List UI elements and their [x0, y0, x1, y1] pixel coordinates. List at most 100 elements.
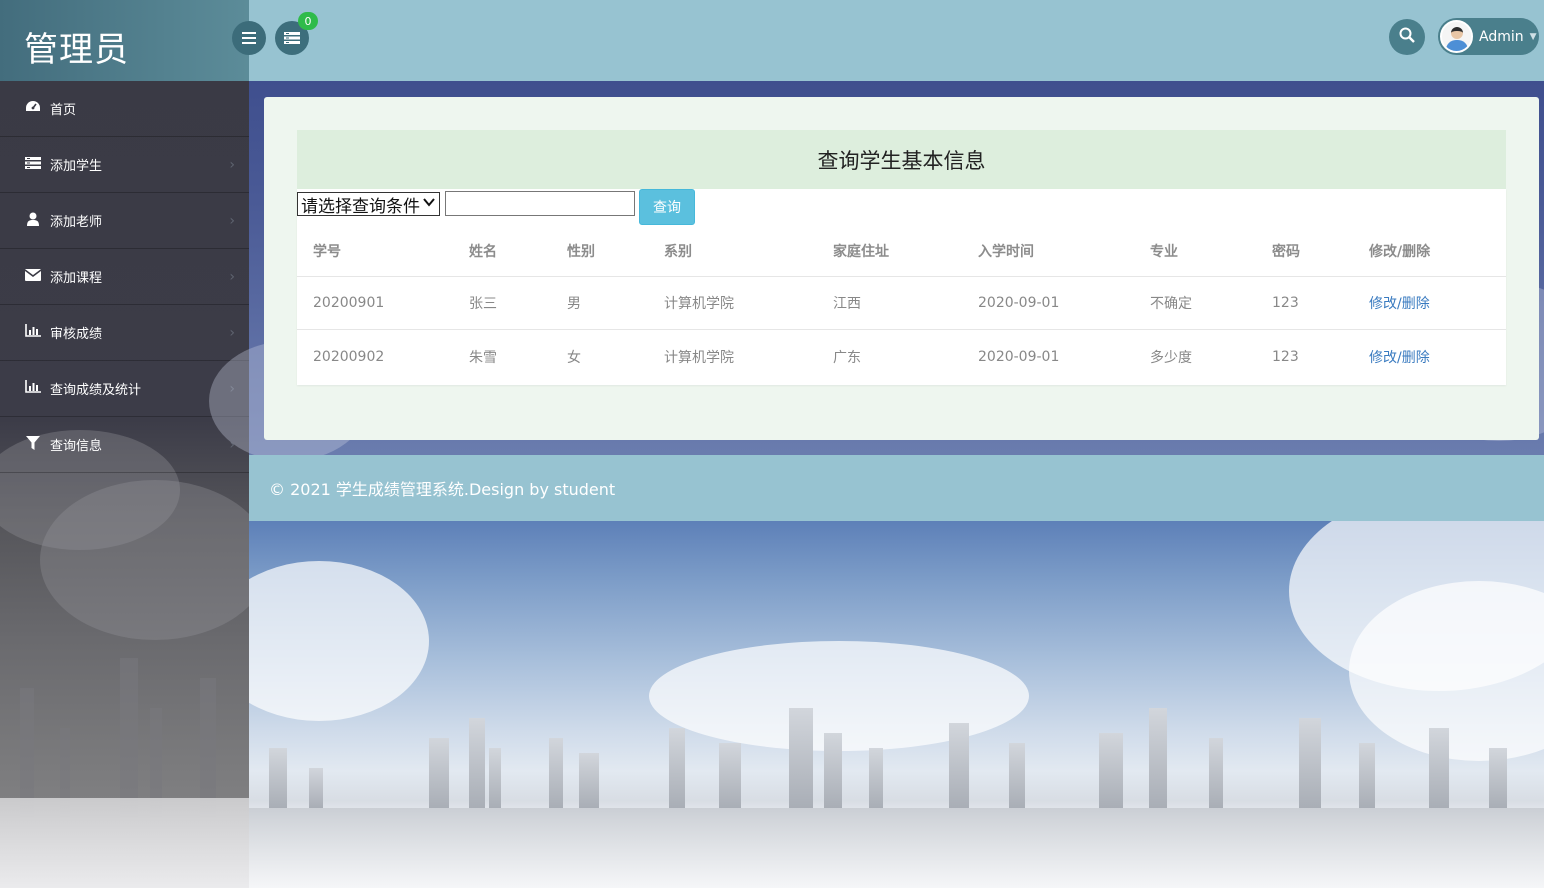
avatar [1440, 20, 1473, 53]
building-decoration [469, 718, 485, 808]
sidebar-item-label: 查询信息 [50, 439, 103, 454]
search-icon [1399, 27, 1415, 47]
chevron-right-icon: › [229, 157, 235, 173]
table-cell: 20200902 [313, 348, 385, 365]
query-button[interactable]: 查询 [639, 189, 695, 225]
table-cell: 不确定 [1150, 296, 1192, 312]
bar-chart-icon [24, 380, 42, 397]
select-value: 请选择查询条件 [301, 196, 420, 217]
table-cell: 计算机学院 [664, 349, 734, 366]
filter-icon [24, 435, 42, 454]
sidebar-item-label: 审核成绩 [50, 327, 103, 342]
list-icon [284, 29, 300, 48]
bar-chart-icon [24, 324, 42, 341]
user-icon [24, 212, 42, 230]
page-title: 查询学生基本信息 [297, 130, 1506, 189]
sidebar-item-add-student[interactable]: 添加学生 › [0, 137, 249, 193]
building-decoration [1209, 738, 1223, 808]
user-name: Admin [1479, 28, 1524, 45]
column-header: 家庭住址 [833, 243, 889, 260]
table-cell: 朱雪 [469, 349, 497, 366]
envelope-icon [24, 268, 42, 285]
column-header: 入学时间 [978, 243, 1034, 260]
query-condition-select[interactable]: 请选择查询条件 [297, 192, 440, 217]
search-button[interactable] [1389, 19, 1425, 55]
chevron-right-icon: › [229, 269, 235, 285]
water-reflection-decoration [249, 808, 1544, 888]
edit-delete-link[interactable]: 修改/删除 [1369, 293, 1430, 313]
sidebar-item-label: 首页 [50, 103, 77, 118]
building-decoration [789, 708, 813, 808]
table-cell: 女 [567, 349, 581, 366]
table-cell: 修改/删除 [1369, 277, 1430, 329]
table-cell: 计算机学院 [664, 296, 734, 312]
sidebar: 管理员 首页 添加学生 › 添加老师 › 添加课程 › 审核成绩 › 查询成绩及… [0, 0, 249, 888]
building-decoration [269, 748, 287, 808]
column-header: 姓名 [469, 243, 497, 260]
footer: © 2021 学生成绩管理系统.Design by student [249, 455, 1544, 521]
building-decoration [824, 733, 842, 808]
sidebar-building-decoration [120, 658, 138, 818]
notification-count-badge: 0 [298, 12, 318, 30]
table-cell: 男 [567, 296, 581, 312]
chevron-right-icon: › [229, 213, 235, 229]
sidebar-item-add-teacher[interactable]: 添加老师 › [0, 193, 249, 249]
table-cell: 123 [1272, 348, 1299, 365]
query-input[interactable] [445, 191, 635, 216]
table-cell: 2020-09-01 [978, 295, 1060, 311]
building-decoration [489, 748, 501, 808]
building-decoration [1009, 743, 1025, 808]
table-cell: 多少度 [1150, 349, 1192, 366]
building-decoration [1489, 748, 1507, 808]
building-decoration [949, 723, 969, 808]
brand-title: 管理员 [24, 30, 129, 70]
sidebar-item-review-grades[interactable]: 审核成绩 › [0, 305, 249, 361]
building-decoration [719, 743, 741, 808]
building-decoration [669, 728, 685, 808]
building-decoration [869, 748, 883, 808]
cloud-decoration [249, 561, 429, 721]
sidebar-item-label: 查询成绩及统计 [50, 383, 142, 398]
table-row: 20200901 张三 男 计算机学院 江西 2020-09-01 不确定 12… [297, 277, 1506, 330]
list-icon [24, 156, 42, 173]
sidebar-item-add-course[interactable]: 添加课程 › [0, 249, 249, 305]
user-menu-button[interactable]: Admin ▼ [1438, 18, 1539, 55]
hamburger-icon [242, 29, 256, 48]
sidebar-item-query-info[interactable]: 查询信息 › [0, 417, 249, 473]
student-table: 学号 姓名 性别 系别 家庭住址 入学时间 专业 密码 修改/删除 202009… [297, 225, 1506, 383]
building-decoration [309, 768, 323, 808]
building-decoration [1149, 708, 1167, 808]
sidebar-item-home[interactable]: 首页 [0, 81, 249, 137]
column-header: 修改/删除 [1369, 243, 1431, 260]
column-header: 密码 [1272, 243, 1300, 260]
column-header: 系别 [664, 243, 692, 260]
table-cell: 修改/删除 [1369, 330, 1430, 383]
table-cell: 123 [1272, 295, 1299, 311]
brand-header: 管理员 [0, 0, 249, 81]
city-background-image [249, 521, 1544, 888]
edit-delete-link[interactable]: 修改/删除 [1369, 347, 1430, 367]
table-cell: 张三 [469, 296, 497, 312]
dashboard-icon [24, 100, 42, 118]
sidebar-item-label: 添加学生 [50, 159, 103, 174]
sidebar-reflection-decoration [0, 798, 249, 888]
sidebar-toggle-button[interactable] [232, 21, 266, 55]
footer-text: © 2021 学生成绩管理系统.Design by student [269, 480, 616, 499]
table-cell: 2020-09-01 [978, 348, 1060, 365]
table-cell: 广东 [833, 349, 861, 366]
building-decoration [1099, 733, 1123, 808]
sidebar-building-decoration [200, 678, 216, 818]
sidebar-cloud-decoration [40, 480, 249, 640]
table-cell: 江西 [833, 296, 861, 312]
building-decoration [1359, 743, 1375, 808]
column-header: 性别 [567, 243, 595, 260]
chevron-down-icon [423, 195, 435, 212]
table-header-row: 学号 姓名 性别 系别 家庭住址 入学时间 专业 密码 修改/删除 [297, 225, 1506, 277]
sidebar-item-label: 添加老师 [50, 215, 103, 230]
building-decoration [429, 738, 449, 808]
building-decoration [1299, 718, 1321, 808]
building-decoration [579, 753, 599, 808]
chevron-right-icon: › [229, 325, 235, 341]
table-cell: 20200901 [313, 295, 385, 311]
building-decoration [1429, 728, 1449, 808]
